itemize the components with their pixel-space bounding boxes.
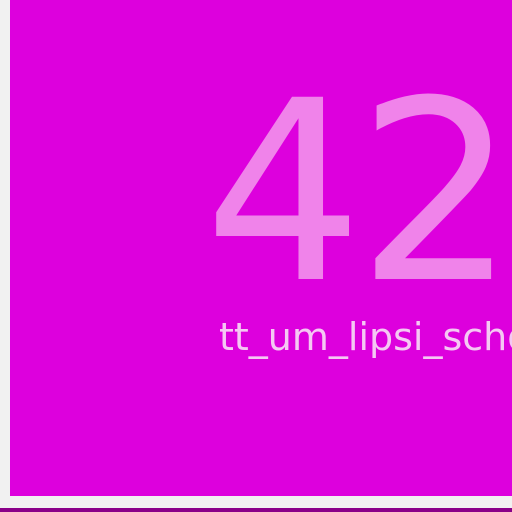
bottom-edge [0, 508, 512, 512]
project-tile[interactable]: 421 tt_um_lipsi_schoeberl [10, 0, 512, 496]
project-name-label: tt_um_lipsi_schoeberl [219, 315, 512, 359]
project-number: 421 [204, 47, 512, 338]
screen: 421 tt_um_lipsi_schoeberl [0, 0, 512, 512]
